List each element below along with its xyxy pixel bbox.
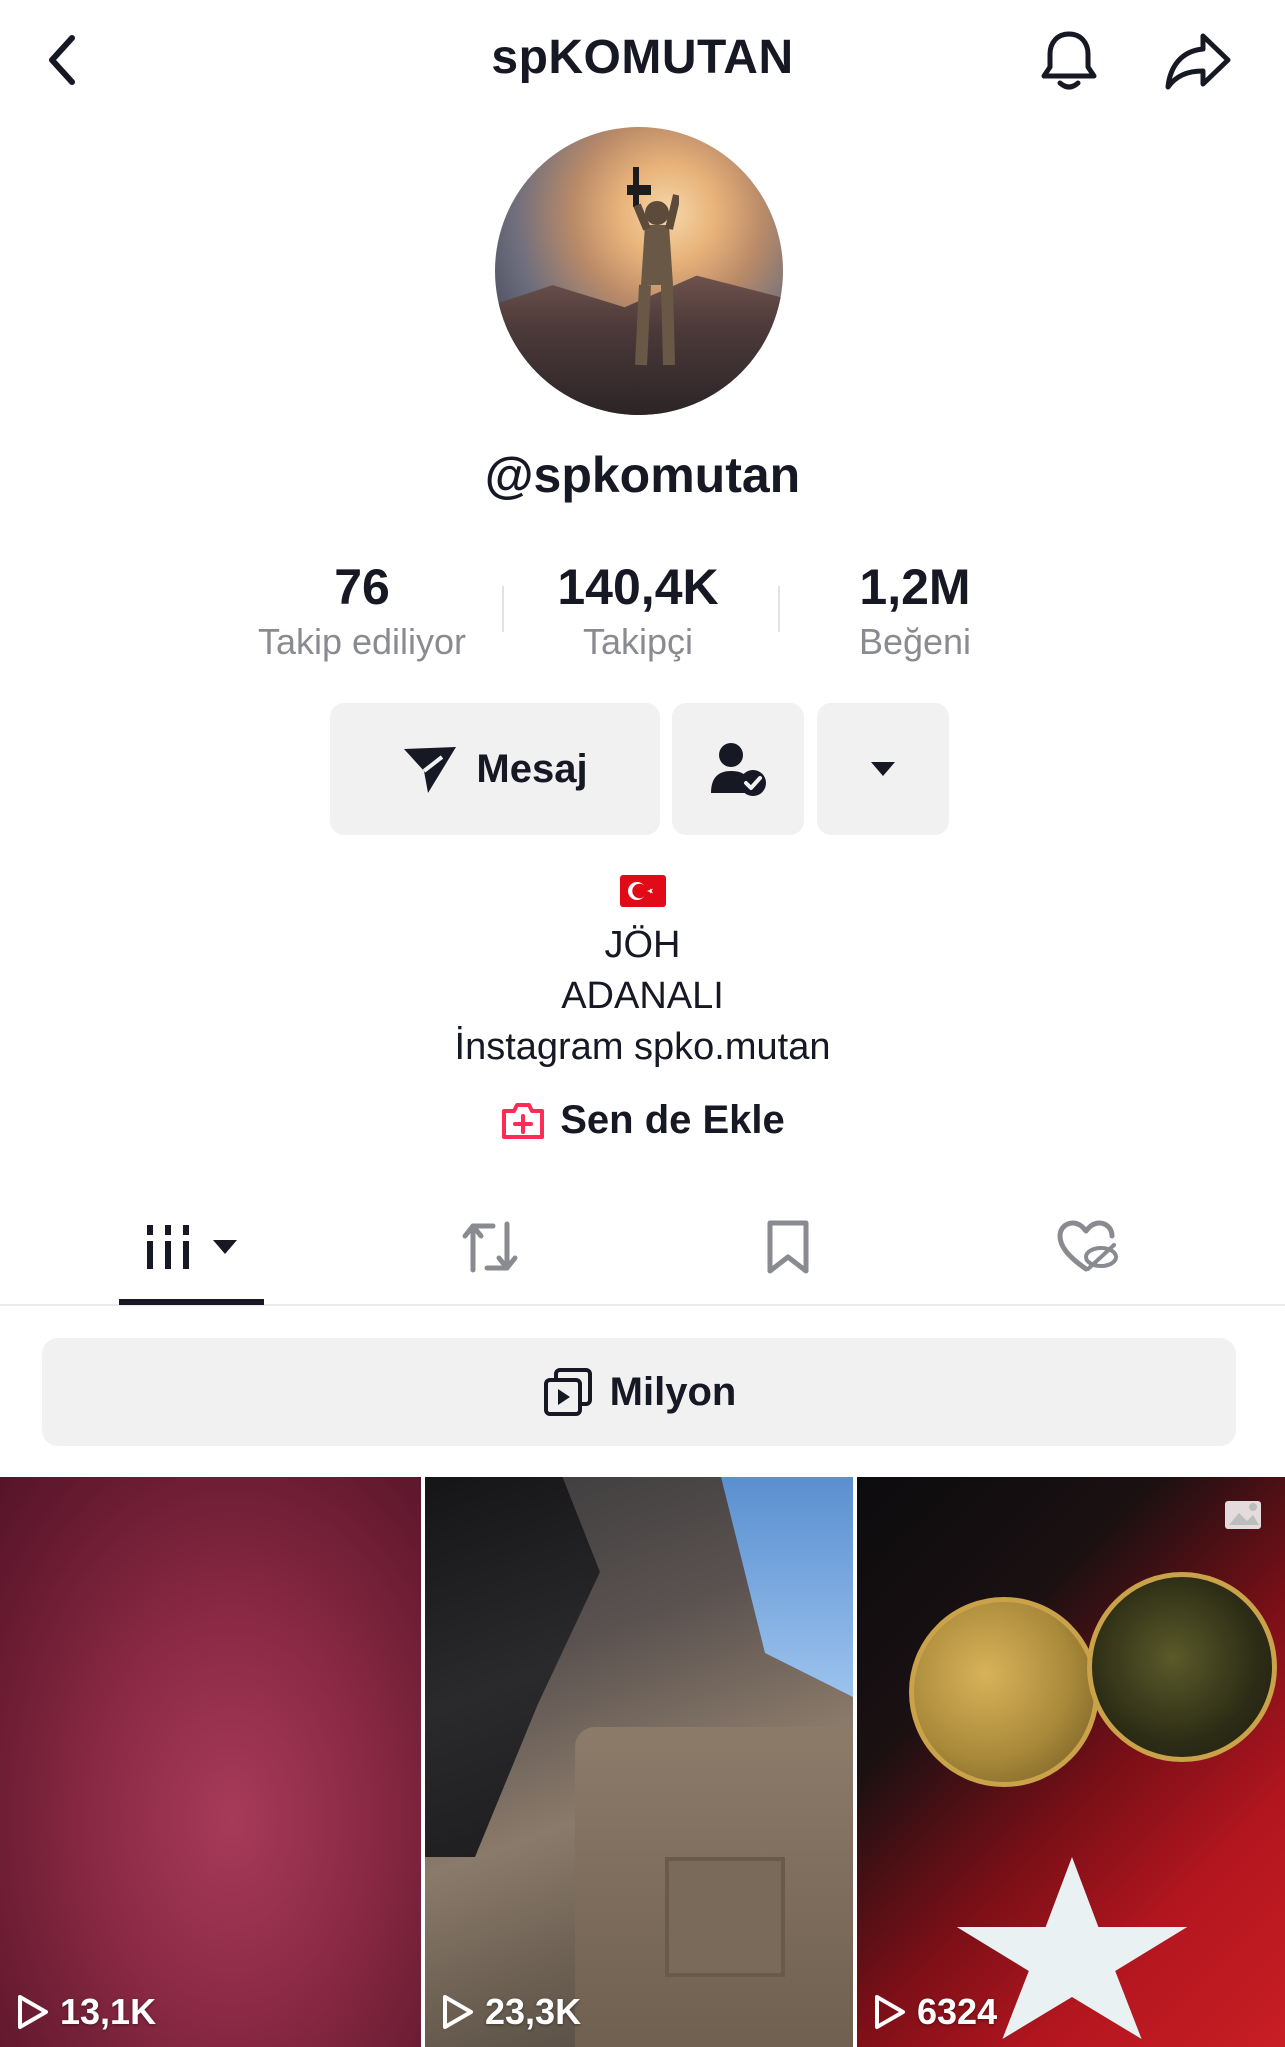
profile-bio: JÖH ADANALI İnstagram spko.mutan	[0, 875, 1285, 1073]
video-thumbnail[interactable]: 6324	[857, 1477, 1285, 2047]
bio-line: ADANALI	[561, 975, 724, 1017]
caret-down-icon	[213, 1240, 237, 1254]
thumbnail-medal	[909, 1597, 1099, 1787]
stat-likes-value: 1,2M	[859, 559, 971, 615]
profile-avatar[interactable]	[495, 127, 783, 415]
stat-following-value: 76	[334, 559, 390, 615]
playlist-icon	[543, 1368, 592, 1416]
tab-reposts[interactable]	[440, 1190, 540, 1304]
profile-handle: @spkomutan	[484, 447, 801, 503]
top-bar: spKOMUTAN	[0, 0, 1285, 120]
stat-followers-value: 140,4K	[557, 559, 719, 615]
avatar-soldier-figure	[627, 167, 679, 366]
play-icon	[875, 1995, 905, 2029]
stats-divider	[502, 586, 504, 632]
view-count: 6324	[871, 1991, 997, 2033]
video-grid: 13,1K 23,3K 6324	[0, 1477, 1285, 2047]
caret-down-icon	[871, 762, 895, 776]
stat-followers[interactable]: 140,4K Takipçi	[488, 556, 788, 666]
message-button-label: Mesaj	[476, 746, 588, 791]
stat-following[interactable]: 76 Takip ediliyor	[212, 556, 512, 666]
share-arrow-icon	[1165, 33, 1231, 90]
bio-line: İnstagram spko.mutan	[454, 1026, 831, 1068]
heart-hidden-icon	[1057, 1220, 1118, 1272]
view-count: 23,3K	[439, 1991, 581, 2033]
stat-likes[interactable]: 1,2M Beğeni	[765, 556, 1065, 666]
profile-actions: Mesaj	[0, 703, 1285, 835]
turkey-flag-icon	[619, 875, 666, 907]
tab-saved[interactable]	[738, 1190, 838, 1304]
following-status-button[interactable]	[672, 703, 804, 835]
profile-stats: 76 Takip ediliyor 140,4K Takipçi 1,2M Be…	[0, 556, 1285, 676]
video-thumbnail[interactable]: 13,1K	[0, 1477, 421, 2047]
repost-icon	[462, 1221, 518, 1273]
more-options-button[interactable]	[817, 703, 949, 835]
grid-bars-icon	[147, 1225, 189, 1269]
add-yours-button[interactable]: Sen de Ekle	[0, 1098, 1285, 1143]
active-tab-indicator	[119, 1299, 264, 1305]
playlist-button[interactable]: Milyon	[42, 1338, 1236, 1446]
send-icon	[404, 747, 457, 793]
message-button[interactable]: Mesaj	[330, 703, 660, 835]
user-check-icon	[711, 743, 766, 796]
view-count: 13,1K	[14, 1991, 156, 2033]
play-icon	[443, 1995, 473, 2029]
stat-likes-label: Beğeni	[858, 621, 972, 662]
add-yours-label: Sen de Ekle	[560, 1098, 785, 1142]
bell-icon	[1041, 31, 1097, 90]
playlist-label: Milyon	[609, 1369, 737, 1414]
tab-liked[interactable]	[1038, 1190, 1138, 1304]
stat-following-label: Takip ediliyor	[257, 621, 467, 662]
share-button[interactable]	[1160, 26, 1236, 96]
video-thumbnail[interactable]: 23,3K	[425, 1477, 853, 2047]
thumbnail-sky	[721, 1477, 853, 1697]
thumbnail-medal	[1087, 1572, 1277, 1762]
photo-mode-icon	[1225, 1501, 1261, 1529]
stat-followers-label: Takipçi	[582, 621, 694, 662]
view-count-value: 23,3K	[485, 1991, 582, 2032]
add-camera-icon	[502, 1102, 545, 1139]
view-count-value: 6324	[917, 1991, 998, 2032]
thumbnail-patch	[665, 1857, 785, 1977]
stats-divider	[778, 586, 780, 632]
bio-line: JÖH	[604, 924, 681, 966]
tab-videos[interactable]	[118, 1190, 264, 1304]
bookmark-icon	[767, 1220, 809, 1274]
profile-tabs	[0, 1190, 1285, 1306]
play-icon	[18, 1995, 48, 2029]
notification-button[interactable]	[1034, 26, 1104, 96]
view-count-value: 13,1K	[60, 1991, 157, 2032]
